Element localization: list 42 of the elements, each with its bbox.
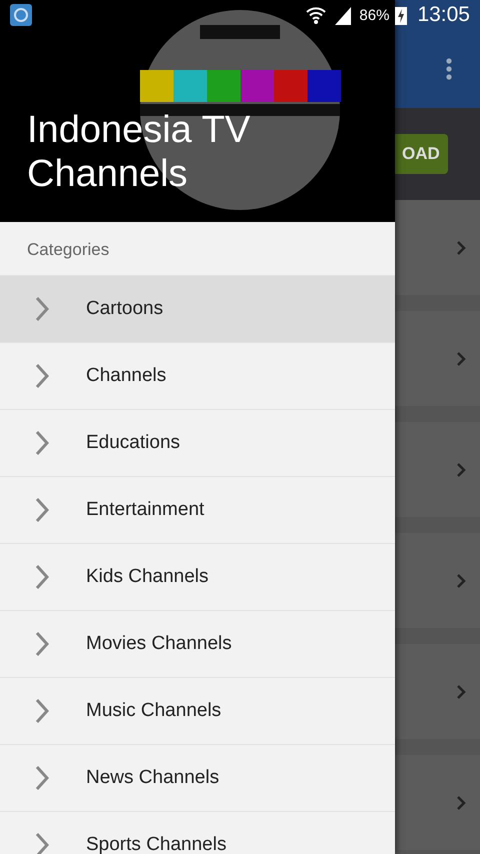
chevron-icon <box>35 564 49 590</box>
drawer-title: Indonesia TV Channels <box>27 108 252 196</box>
more-icon[interactable] <box>446 58 452 80</box>
category-item[interactable]: Sports Channels <box>0 811 395 854</box>
chevron-icon <box>35 832 49 854</box>
category-item[interactable]: Channels <box>0 342 395 409</box>
battery-percent: 86% <box>359 6 390 24</box>
chevron-icon <box>35 497 49 523</box>
chevron-icon <box>456 684 466 700</box>
battery-charging-icon <box>395 5 408 25</box>
chevron-icon <box>456 350 466 366</box>
category-item[interactable]: Cartoons <box>0 275 395 342</box>
chevron-icon <box>456 462 466 478</box>
category-item[interactable]: Kids Channels <box>0 543 395 610</box>
wifi-icon <box>305 5 328 25</box>
category-label: Music Channels <box>86 700 222 722</box>
category-item[interactable]: Entertainment <box>0 476 395 543</box>
category-label: Educations <box>86 432 180 454</box>
category-item[interactable]: Movies Channels <box>0 610 395 677</box>
category-label: Movies Channels <box>86 633 232 655</box>
chevron-icon <box>35 631 49 657</box>
category-label: News Channels <box>86 767 220 789</box>
signal-icon <box>333 5 354 25</box>
category-item[interactable]: Music Channels <box>0 677 395 744</box>
chevron-icon <box>35 363 49 389</box>
status-time: 13:05 <box>417 3 470 27</box>
chevron-icon <box>35 698 49 724</box>
chevron-icon <box>35 430 49 456</box>
category-label: Kids Channels <box>86 566 209 588</box>
app-notification-icon <box>10 4 32 26</box>
section-label: Categories <box>26 239 110 261</box>
category-label: Sports Channels <box>86 834 226 854</box>
chevron-icon <box>456 794 466 810</box>
category-label: Entertainment <box>86 499 204 521</box>
chevron-icon <box>35 765 49 791</box>
category-item[interactable]: Educations <box>0 409 395 476</box>
chevron-icon <box>456 240 466 256</box>
chevron-icon <box>456 572 466 588</box>
category-label: Channels <box>86 365 166 387</box>
chevron-icon <box>35 296 49 322</box>
category-item[interactable]: News Channels <box>0 744 395 811</box>
category-label: Cartoons <box>86 298 164 320</box>
